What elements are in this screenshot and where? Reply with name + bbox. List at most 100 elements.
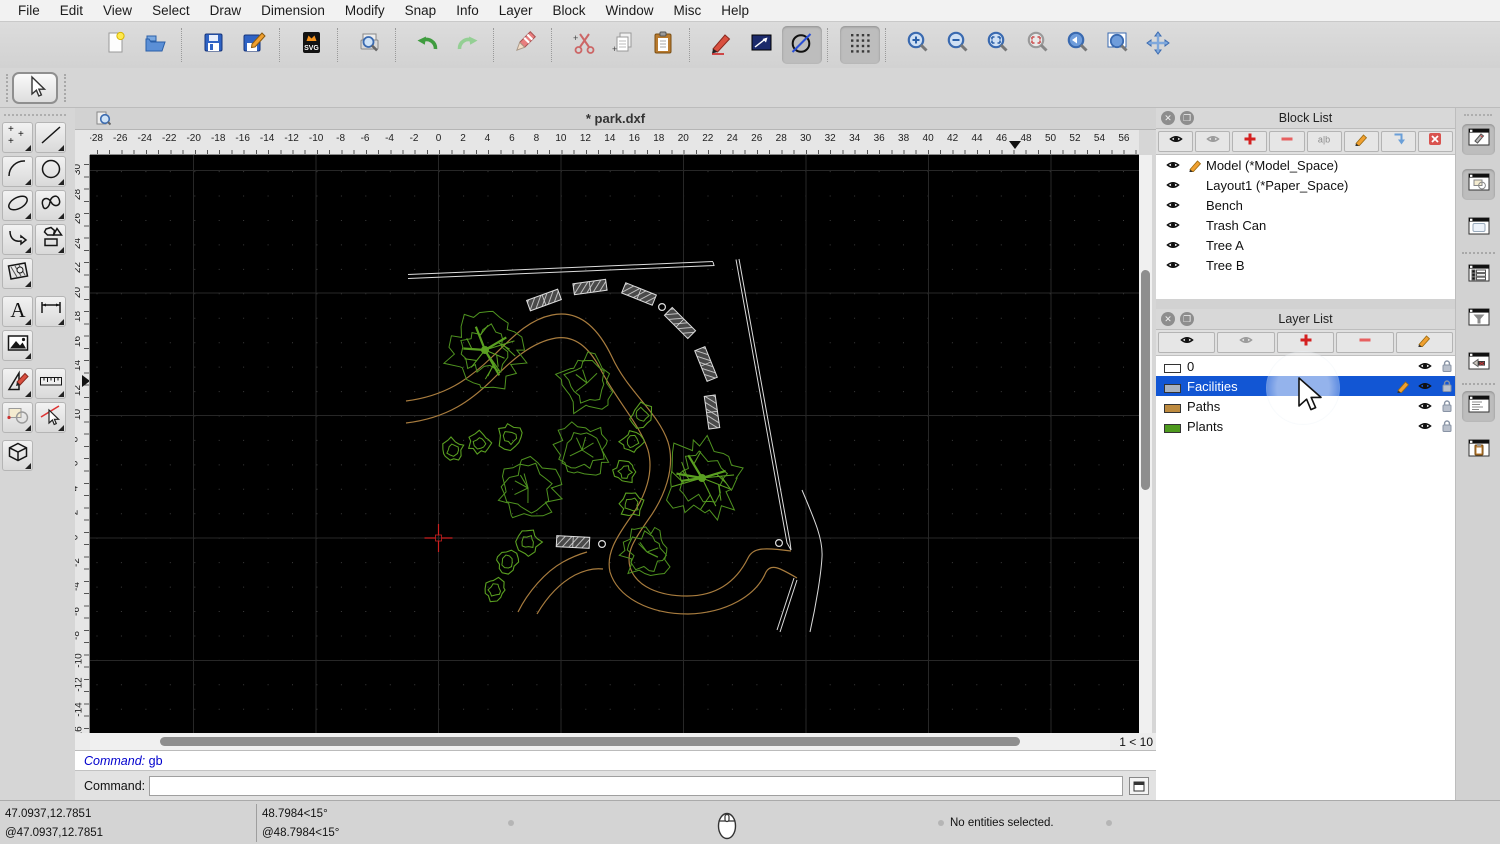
ellipse-tool-button[interactable] (2, 190, 33, 221)
layer-remove-button[interactable] (1336, 332, 1394, 353)
block-insert-button[interactable] (1380, 131, 1416, 152)
layer-row-plants[interactable]: Plants (1156, 416, 1455, 436)
layer-list-titlebar[interactable]: ✕ ❐ Layer List (1156, 309, 1455, 330)
modify-tool-button[interactable] (2, 368, 33, 399)
undo-button[interactable] (408, 26, 448, 64)
command-options-button[interactable] (1129, 777, 1149, 795)
image-tool-button[interactable] (2, 330, 33, 361)
zoom-pan-button[interactable] (1138, 26, 1178, 64)
text-tool-button[interactable]: A (2, 296, 33, 327)
visibility-eye-icon[interactable] (1418, 359, 1432, 376)
menu-info[interactable]: Info (446, 3, 489, 18)
zoom-previous-button[interactable] (1058, 26, 1098, 64)
dock-command-window-button[interactable] (1462, 391, 1495, 422)
shapes-tool-button[interactable] (35, 224, 66, 255)
block-remove-button[interactable] (1269, 131, 1305, 152)
zoom-auto-button[interactable] (978, 26, 1018, 64)
lock-icon[interactable] (1440, 359, 1454, 376)
block-list-item[interactable]: Tree B (1156, 255, 1455, 275)
zoom-out-button[interactable] (938, 26, 978, 64)
block-list-item[interactable]: Model (*Model_Space) (1156, 155, 1455, 175)
visibility-eye-icon[interactable] (1166, 158, 1180, 175)
copy-button[interactable]: + (604, 26, 644, 64)
menu-dimension[interactable]: Dimension (251, 3, 335, 18)
dock-strip-handle[interactable] (1464, 114, 1492, 116)
pen-button[interactable] (702, 26, 742, 64)
dock-layer-list-window-button[interactable] (1462, 260, 1495, 291)
delete-eraser-button[interactable] (506, 26, 546, 64)
menu-draw[interactable]: Draw (200, 3, 252, 18)
block-list-item[interactable]: Layout1 (*Paper_Space) (1156, 175, 1455, 195)
measure-tool-button[interactable] (35, 368, 66, 399)
drawing-canvas[interactable] (90, 155, 1139, 733)
block-edit-button[interactable] (1343, 131, 1379, 152)
dock-insert-window-button[interactable] (1462, 348, 1495, 379)
cut-button[interactable]: + (564, 26, 604, 64)
zoom-window-button[interactable] (1098, 26, 1138, 64)
save-as-button[interactable] (234, 26, 274, 64)
menu-edit[interactable]: Edit (50, 3, 93, 18)
layer-edit-button[interactable] (1395, 332, 1454, 353)
visibility-eye-icon[interactable] (1166, 178, 1180, 195)
block-list-item[interactable]: Bench (1156, 195, 1455, 215)
points-tool-button[interactable]: + + + (2, 122, 33, 153)
block-list-titlebar[interactable]: ✕ ❐ Block List (1156, 108, 1455, 129)
layer-row-0[interactable]: 0 (1156, 356, 1455, 376)
select-entity-tool-button[interactable] (35, 402, 66, 433)
block-eye-dark-button[interactable] (1158, 131, 1194, 152)
document-titlebar[interactable]: * park.dxf (75, 108, 1156, 130)
open-button[interactable] (136, 26, 176, 64)
print-preview-button[interactable] (350, 26, 390, 64)
visibility-eye-icon[interactable] (1166, 238, 1180, 255)
lock-icon[interactable] (1440, 399, 1454, 416)
dimension-tool-button[interactable] (35, 296, 66, 327)
palette-handle[interactable] (4, 114, 66, 116)
visibility-eye-icon[interactable] (1418, 419, 1432, 436)
export-svg-button[interactable]: SVG (292, 26, 332, 64)
block-list-item[interactable]: Tree A (1156, 235, 1455, 255)
vertical-scrollbar-thumb[interactable] (1141, 270, 1150, 490)
visibility-eye-icon[interactable] (1166, 198, 1180, 215)
lock-icon[interactable] (1440, 379, 1454, 396)
redo-button[interactable] (448, 26, 488, 64)
block-add-button[interactable] (1232, 131, 1268, 152)
zoom-selection-button[interactable] (1018, 26, 1058, 64)
draft-mode-button[interactable] (782, 26, 822, 64)
vertical-scrollbar[interactable] (1139, 155, 1152, 733)
menu-snap[interactable]: Snap (395, 3, 447, 18)
arc-tool-button[interactable] (2, 156, 33, 187)
dock-block-edit-window-button[interactable] (1462, 124, 1495, 155)
block-eye-grey-button[interactable] (1195, 131, 1231, 152)
save-button[interactable] (194, 26, 234, 64)
block-delete-button[interactable] (1417, 131, 1453, 152)
block-list-item[interactable]: Trash Can (1156, 215, 1455, 235)
menu-window[interactable]: Window (596, 3, 664, 18)
cube-tool-button[interactable] (2, 440, 33, 471)
dock-blocks-window-button[interactable] (1462, 169, 1495, 200)
blocks-tool-button[interactable] (2, 402, 33, 433)
spline-tool-button[interactable] (35, 190, 66, 221)
visibility-eye-icon[interactable] (1166, 258, 1180, 275)
dock-clipboard-window-button[interactable] (1462, 435, 1495, 466)
menu-help[interactable]: Help (711, 3, 759, 18)
dock-library-window-button[interactable] (1462, 213, 1495, 244)
polyline-tool-button[interactable] (2, 224, 33, 255)
layer-row-paths[interactable]: Paths (1156, 396, 1455, 416)
hatch-tool-button[interactable] (2, 258, 33, 289)
line-angle-button[interactable] (742, 26, 782, 64)
new-button[interactable] (96, 26, 136, 64)
menu-select[interactable]: Select (142, 3, 200, 18)
menu-misc[interactable]: Misc (664, 3, 712, 18)
menu-modify[interactable]: Modify (335, 3, 395, 18)
line-tool-button[interactable] (35, 122, 66, 153)
visibility-eye-icon[interactable] (1418, 399, 1432, 416)
layer-row-facilities[interactable]: Facilities (1156, 376, 1455, 396)
menu-block[interactable]: Block (543, 3, 596, 18)
command-input[interactable] (149, 776, 1123, 796)
paste-button[interactable] (644, 26, 684, 64)
circle-tool-button[interactable] (35, 156, 66, 187)
grid-toggle-button[interactable] (840, 26, 880, 64)
menu-view[interactable]: View (93, 3, 142, 18)
layer-eye-dark-button[interactable] (1158, 332, 1216, 353)
dock-layer-filter-window-button[interactable] (1462, 304, 1495, 335)
